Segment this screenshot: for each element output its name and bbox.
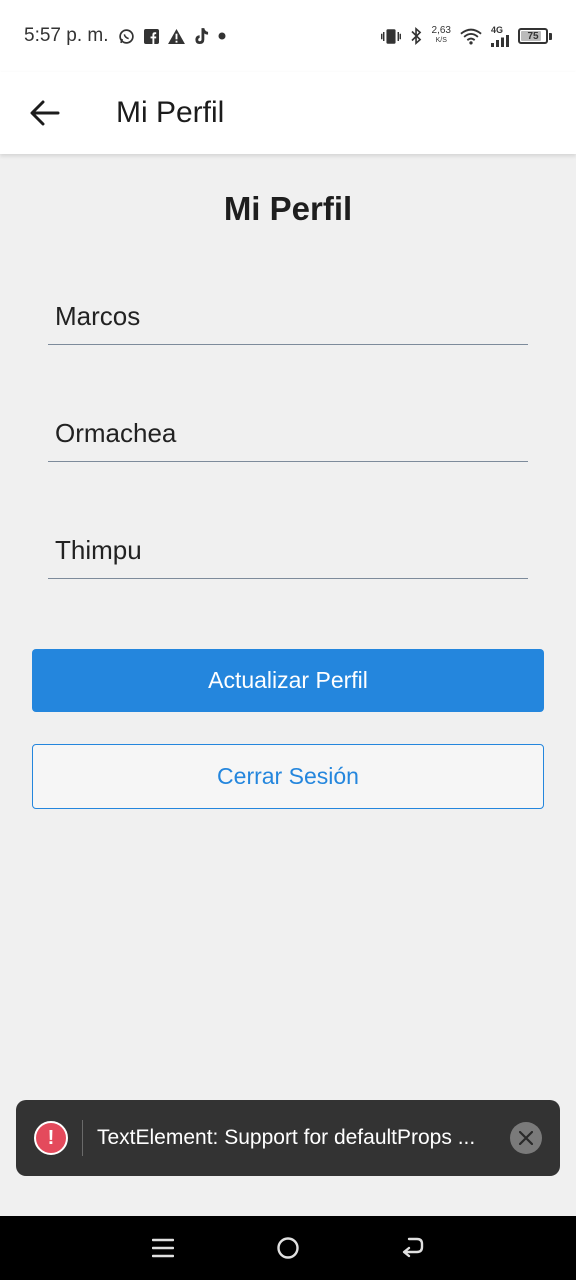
system-back-button[interactable] <box>383 1218 443 1278</box>
app-bar: Mi Perfil <box>0 72 576 154</box>
menu-icon <box>151 1238 174 1258</box>
network-speed-value: 2,63 <box>431 25 451 36</box>
screen: 5:57 p. m. 2,63 K/S 4G 75 Mi Perfil Mi P… <box>0 0 576 1280</box>
logout-button[interactable]: Cerrar Sesión <box>32 744 544 809</box>
tiktok-icon <box>194 27 209 45</box>
page-title: Mi Perfil <box>223 190 353 227</box>
last-name-field[interactable] <box>48 412 528 462</box>
warning-icon <box>167 28 185 44</box>
first-name-field[interactable] <box>48 295 528 345</box>
recents-button[interactable] <box>133 1218 193 1278</box>
home-icon <box>277 1237 299 1259</box>
battery-level: 75 <box>527 30 539 42</box>
battery-body: 75 <box>518 28 548 44</box>
update-profile-button[interactable]: Actualizar Perfil <box>32 649 544 712</box>
vibrate-icon <box>380 28 401 45</box>
battery-tip <box>549 32 552 40</box>
toast-message: TextElement: Support for defaultProps ..… <box>97 1126 476 1149</box>
city-input[interactable] <box>48 529 528 578</box>
whatsapp-icon <box>118 28 135 45</box>
back-icon <box>403 1237 424 1258</box>
last-name-input[interactable] <box>48 412 528 461</box>
close-icon <box>519 1131 533 1145</box>
system-nav-bar <box>0 1216 576 1280</box>
signal-icon: 4G <box>491 24 509 47</box>
network-speed: 2,63 K/S <box>432 26 451 46</box>
status-time: 5:57 p. m. <box>24 25 109 46</box>
status-right: 2,63 K/S 4G 75 <box>380 24 552 47</box>
battery-icon: 75 <box>518 28 552 44</box>
bluetooth-icon <box>410 27 423 45</box>
error-icon: ! <box>34 1121 68 1155</box>
first-name-input[interactable] <box>48 295 528 344</box>
close-button[interactable] <box>510 1122 542 1154</box>
wifi-icon <box>460 28 482 45</box>
dot-icon <box>218 32 226 40</box>
home-button[interactable] <box>258 1218 318 1278</box>
error-toast[interactable]: ! TextElement: Support for defaultProps … <box>16 1100 560 1176</box>
status-left: 5:57 p. m. <box>24 25 226 47</box>
status-bar: 5:57 p. m. 2,63 K/S 4G 75 <box>0 0 576 72</box>
app-bar-title: Mi Perfil <box>116 96 225 129</box>
city-field[interactable] <box>48 529 528 579</box>
arrow-left-icon <box>30 100 60 126</box>
network-speed-unit: K/S <box>435 37 447 44</box>
facebook-icon <box>143 28 159 44</box>
network-type: 4G <box>491 24 504 35</box>
back-button[interactable] <box>15 83 75 143</box>
toast-divider <box>82 1120 83 1156</box>
